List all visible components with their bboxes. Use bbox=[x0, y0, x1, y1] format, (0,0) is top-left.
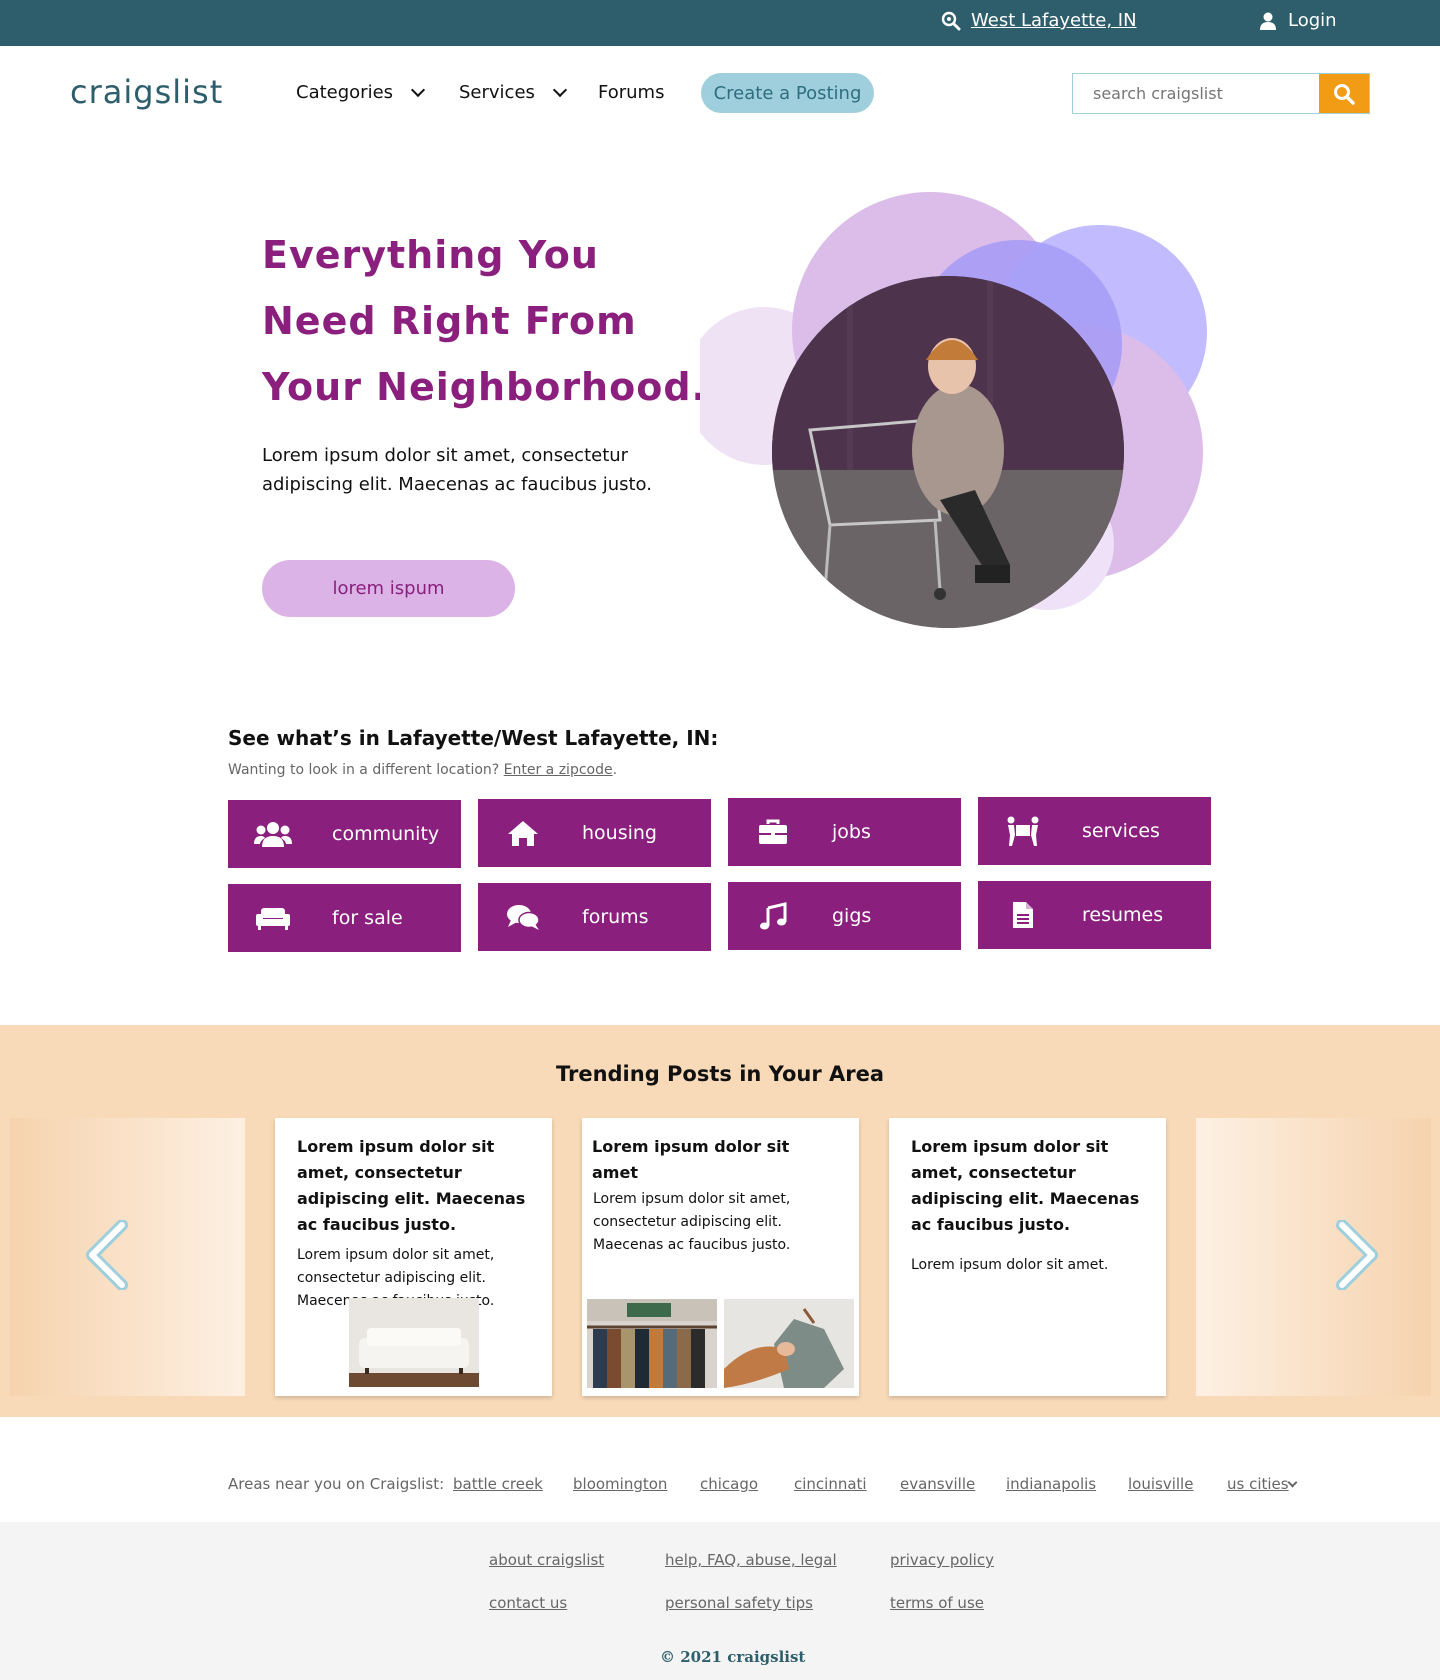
category-community[interactable]: community bbox=[228, 800, 461, 868]
briefcase-icon bbox=[750, 798, 796, 866]
chevron-down-icon bbox=[1287, 1477, 1298, 1488]
category-label[interactable]: resumes bbox=[1082, 904, 1163, 926]
nearby-label: Areas near you on Craigslist: bbox=[228, 1475, 445, 1493]
card-body: Lorem ipsum dolor sit amet, consectetur … bbox=[593, 1191, 791, 1253]
hero-headline: Everything You Need Right From Your Neig… bbox=[262, 233, 707, 409]
login-link[interactable]: Login bbox=[1260, 10, 1337, 31]
category-label[interactable]: jobs bbox=[832, 821, 871, 843]
category-label[interactable]: community bbox=[332, 823, 439, 845]
card-title: Lorem ipsum dolor sit amet, consectetur … bbox=[911, 1137, 1140, 1234]
local-title: See what’s in Lafayette/West Lafayette, … bbox=[228, 726, 719, 750]
footer-link-help[interactable]: help, FAQ, abuse, legal bbox=[665, 1551, 837, 1569]
file-icon bbox=[1000, 881, 1046, 949]
search-button[interactable] bbox=[1319, 74, 1369, 113]
category-label[interactable]: forums bbox=[582, 906, 649, 928]
nearby-city-link[interactable]: cincinnati bbox=[794, 1475, 867, 1493]
nav-categories[interactable]: Categories bbox=[296, 82, 426, 103]
chevron-left-icon[interactable] bbox=[82, 1220, 132, 1290]
card-body: Lorem ipsum dolor sit amet. bbox=[911, 1257, 1109, 1273]
category-label[interactable]: housing bbox=[582, 822, 657, 844]
footer-link-privacy[interactable]: privacy policy bbox=[890, 1551, 994, 1569]
location-link[interactable]: West Lafayette, IN bbox=[941, 10, 1137, 31]
users-icon bbox=[250, 800, 296, 868]
location-text[interactable]: West Lafayette, IN bbox=[971, 10, 1137, 31]
category-label[interactable]: services bbox=[1082, 820, 1160, 842]
sweater-photo bbox=[724, 1299, 854, 1388]
nearby-city-link[interactable]: indianapolis bbox=[1006, 1475, 1096, 1493]
category-gigs[interactable]: gigs bbox=[728, 882, 961, 950]
couch-icon bbox=[250, 884, 296, 952]
footer-link-safety[interactable]: personal safety tips bbox=[665, 1594, 813, 1612]
us-cities-dropdown[interactable]: us cities bbox=[1227, 1475, 1289, 1493]
trending-card[interactable]: Lorem ipsum dolor sit amet, consectetur … bbox=[275, 1118, 552, 1396]
login-label[interactable]: Login bbox=[1288, 10, 1337, 31]
nav-forums-label[interactable]: Forums bbox=[598, 82, 664, 103]
card-title: Lorem ipsum dolor sit amet bbox=[592, 1137, 790, 1182]
category-housing[interactable]: housing bbox=[478, 799, 711, 867]
category-forums[interactable]: forums bbox=[478, 883, 711, 951]
chevron-down-icon bbox=[552, 82, 567, 98]
nav-services[interactable]: Services bbox=[459, 82, 567, 103]
nav-categories-label[interactable]: Categories bbox=[296, 82, 393, 103]
copyright: © 2021 craigslist bbox=[660, 1648, 806, 1666]
search-input[interactable] bbox=[1073, 74, 1319, 113]
hero-button[interactable]: lorem ispum bbox=[262, 560, 515, 617]
logo[interactable]: craigslist bbox=[70, 73, 223, 111]
category-for-sale[interactable]: for sale bbox=[228, 884, 461, 952]
local-subtitle: Wanting to look in a different location?… bbox=[228, 762, 618, 778]
category-label[interactable]: for sale bbox=[332, 907, 403, 929]
search-icon bbox=[1334, 83, 1355, 105]
trending-card[interactable]: Lorem ipsum dolor sit amet Lorem ipsum d… bbox=[582, 1118, 859, 1396]
category-resumes[interactable]: resumes bbox=[978, 881, 1211, 949]
category-services[interactable]: services bbox=[978, 797, 1211, 865]
local-subtitle-text: Wanting to look in a different location? bbox=[228, 762, 500, 778]
main-header: craigslist Categories Services Forums Cr… bbox=[0, 46, 1440, 141]
hero-body: Lorem ipsum dolor sit amet, consectetur … bbox=[262, 445, 652, 495]
nearby-city-link[interactable]: battle creek bbox=[453, 1475, 543, 1493]
create-posting-button[interactable]: Create a Posting bbox=[701, 73, 874, 113]
trending-title: Trending Posts in Your Area bbox=[555, 1062, 885, 1086]
comments-icon bbox=[500, 883, 546, 951]
footer-link-about[interactable]: about craigslist bbox=[489, 1551, 604, 1569]
couch-photo bbox=[349, 1298, 479, 1387]
hero-illustration bbox=[700, 192, 1207, 628]
nav-services-label[interactable]: Services bbox=[459, 82, 535, 103]
nearby-city-link[interactable]: bloomington bbox=[573, 1475, 667, 1493]
top-bar: West Lafayette, IN Login bbox=[0, 0, 1440, 46]
user-icon bbox=[1260, 12, 1276, 30]
nearby-city-link[interactable]: chicago bbox=[700, 1475, 758, 1493]
nearby-city-link[interactable]: louisville bbox=[1128, 1475, 1193, 1493]
zipcode-link[interactable]: Enter a zipcode bbox=[504, 762, 613, 778]
people-carry-icon bbox=[1000, 797, 1046, 865]
nearby-city-link[interactable]: evansville bbox=[900, 1475, 975, 1493]
home-icon bbox=[500, 799, 546, 867]
category-jobs[interactable]: jobs bbox=[728, 798, 961, 866]
trending-card[interactable]: Lorem ipsum dolor sit amet, consectetur … bbox=[889, 1118, 1166, 1396]
music-icon bbox=[750, 882, 796, 950]
nav-forums[interactable]: Forums bbox=[598, 82, 664, 103]
footer-link-contact[interactable]: contact us bbox=[489, 1594, 567, 1612]
category-label[interactable]: gigs bbox=[832, 905, 871, 927]
carousel-card-next bbox=[1196, 1118, 1431, 1396]
chevron-down-icon bbox=[410, 82, 426, 98]
footer-link-terms[interactable]: terms of use bbox=[890, 1594, 984, 1612]
search-box bbox=[1072, 73, 1370, 114]
chevron-right-icon[interactable] bbox=[1332, 1220, 1382, 1290]
location-search-icon bbox=[941, 11, 961, 30]
card-title: Lorem ipsum dolor sit amet, consectetur … bbox=[297, 1137, 526, 1234]
clothing-rack-photo bbox=[587, 1299, 717, 1388]
